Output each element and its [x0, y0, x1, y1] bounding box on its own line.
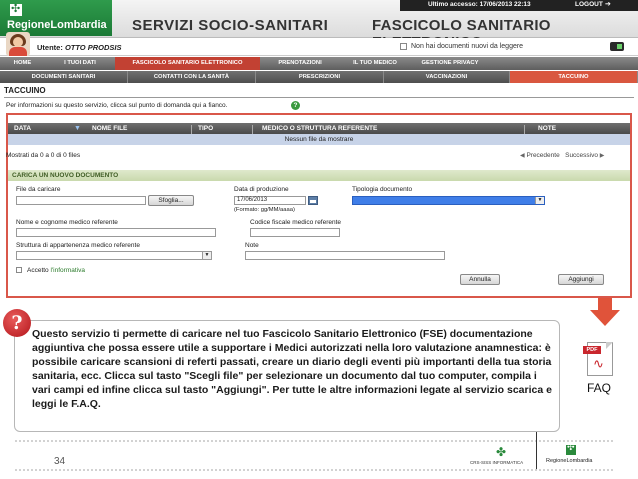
- doc-type-select[interactable]: ▼: [352, 196, 545, 205]
- structure-label: Struttura di appartenenza medico referen…: [16, 242, 140, 249]
- rosa-camuna-icon: [566, 443, 576, 455]
- pdf-tag: PDF: [583, 346, 601, 354]
- down-arrow-icon: [588, 298, 622, 332]
- rosa-camuna-icon: [10, 2, 22, 16]
- pdf-file-icon[interactable]: PDF ∿: [583, 342, 619, 378]
- notify-checkbox[interactable]: [400, 43, 407, 50]
- nav-fascicolo[interactable]: FASCICOLO SANITARIO ELETTRONICO: [115, 57, 260, 70]
- title-divider: [4, 97, 634, 98]
- pagination: ◀ Precedente Successivo ▶: [520, 152, 604, 159]
- prev-arrow-icon[interactable]: ◀: [520, 153, 525, 159]
- col-note[interactable]: NOTE: [538, 125, 556, 132]
- col-nome-file[interactable]: NOME FILE: [92, 125, 127, 132]
- accept-checkbox[interactable]: [16, 267, 22, 273]
- structure-select[interactable]: ▼: [16, 251, 212, 260]
- cancel-button[interactable]: Annulla: [460, 274, 500, 285]
- nav-tuoi-dati[interactable]: I TUOI DATI: [45, 57, 115, 70]
- message-toggle-icon[interactable]: [610, 42, 624, 51]
- logout-arrow-icon[interactable]: ➔: [605, 0, 611, 8]
- nav-prenotazioni[interactable]: PRENOTAZIONI: [260, 57, 340, 70]
- service-title: SERVIZI SOCIO-SANITARI: [132, 17, 329, 34]
- regione-lombardia-logo[interactable]: RegioneLombardia: [0, 0, 112, 36]
- empty-table-row: Nessun file da mostrare: [8, 134, 630, 145]
- last-access: Ultimo accesso: 17/06/2013 22:13: [428, 1, 531, 8]
- nav-tuo-medico[interactable]: IL TUO MEDICO: [340, 57, 410, 70]
- page-number: 34: [54, 456, 66, 467]
- subnav-prescrizioni[interactable]: PRESCRIZIONI: [256, 71, 384, 83]
- fiscal-code-label: Codice fiscale medico referente: [250, 219, 342, 226]
- primary-nav: HOME I TUOI DATI FASCICOLO SANITARIO ELE…: [0, 57, 638, 70]
- sort-down-icon[interactable]: ▼: [74, 125, 81, 132]
- doctor-name-label: Nome e cognome medico referente: [16, 219, 118, 226]
- doctor-name-input[interactable]: [16, 228, 216, 237]
- date-format-hint: (Formato: gg/MM/aaaa): [234, 207, 295, 213]
- privacy-link[interactable]: l'informativa: [50, 267, 84, 274]
- footer-separator: [536, 432, 537, 470]
- accept-label: Accetto l'informativa: [27, 267, 85, 274]
- user-label-text: Utente:: [37, 43, 63, 52]
- crs-logo-text: CRS-SISS INFORMATICA: [470, 460, 524, 465]
- subnav-vaccinazioni[interactable]: VACCINAZIONI: [384, 71, 510, 83]
- no-docs-notice: Non hai documenti nuovi da leggere: [411, 43, 524, 50]
- question-badge-icon: ?: [3, 309, 31, 337]
- subnav-taccuino[interactable]: TACCUINO: [510, 71, 638, 83]
- chevron-down-icon[interactable]: ▼: [535, 197, 544, 204]
- col-medico[interactable]: MEDICO O STRUTTURA REFERENTE: [262, 125, 377, 132]
- nav-privacy[interactable]: GESTIONE PRIVACY: [410, 57, 490, 70]
- documents-table-header: DATA ▼ NOME FILE TIPO MEDICO O STRUTTURA…: [8, 123, 630, 134]
- top-header: RegioneLombardia SERVIZI SOCIO-SANITARI …: [0, 0, 638, 51]
- user-label: Utente: OTTO PRODSIS: [37, 43, 121, 52]
- table-count: Mostrati da 0 a 0 di 0 files: [6, 152, 81, 159]
- chevron-down-icon[interactable]: ▼: [202, 252, 211, 259]
- notes-label: Note: [245, 242, 259, 249]
- regione-footer-logo: RegioneLombardia: [546, 443, 616, 469]
- user-name: OTTO PRODSIS: [64, 43, 122, 52]
- date-input[interactable]: 17/06/2013: [234, 196, 306, 205]
- fiscal-code-input[interactable]: [250, 228, 340, 237]
- dotted-divider-bottom: [14, 468, 614, 472]
- upload-section-title: CARICA UN NUOVO DOCUMENTO: [8, 170, 630, 181]
- help-question-icon[interactable]: ?: [291, 101, 300, 110]
- callout-text: Questo servizio ti permette di caricare …: [32, 328, 552, 410]
- add-button[interactable]: Aggiungi: [558, 274, 604, 285]
- file-label: File da caricare: [16, 186, 61, 193]
- access-bar: Ultimo accesso: 17/06/2013 22:13 LOGOUT …: [400, 0, 638, 11]
- doc-type-label: Tipologia documento: [352, 186, 413, 193]
- prev-page-link[interactable]: Precedente: [526, 152, 559, 159]
- faq-link[interactable]: FAQ: [587, 381, 611, 395]
- col-data[interactable]: DATA: [14, 125, 31, 132]
- date-label: Data di produzione: [234, 186, 289, 193]
- next-arrow-icon[interactable]: ▶: [600, 153, 605, 159]
- page-title: TACCUINO: [4, 86, 46, 95]
- file-path-input[interactable]: [16, 196, 146, 205]
- avatar: [6, 32, 30, 56]
- calendar-icon[interactable]: [308, 196, 318, 205]
- logout-link[interactable]: LOGOUT: [575, 1, 603, 8]
- user-bar: Utente: OTTO PRODSIS Non hai documenti n…: [0, 32, 638, 56]
- crs-logo-icon: ✤: [496, 445, 507, 459]
- help-text: Per informazioni su questo servizio, cli…: [6, 102, 228, 109]
- regione-footer-text: RegioneLombardia: [546, 458, 593, 464]
- next-page-link[interactable]: Successivo: [565, 152, 598, 159]
- browse-button[interactable]: Sfoglia...: [148, 195, 194, 206]
- subnav-contatti[interactable]: CONTATTI CON LA SANITÀ: [128, 71, 256, 83]
- dotted-divider-top: [14, 439, 614, 443]
- nav-home[interactable]: HOME: [0, 57, 45, 70]
- crs-siss-logo: ✤ CRS-SISS INFORMATICA: [470, 445, 530, 469]
- accept-text: Accetto: [27, 267, 51, 274]
- col-tipo[interactable]: TIPO: [198, 125, 213, 132]
- subnav-documenti[interactable]: DOCUMENTI SANITARI: [0, 71, 128, 83]
- brand-name: RegioneLombardia: [7, 19, 107, 31]
- notes-input[interactable]: [245, 251, 445, 260]
- secondary-nav: DOCUMENTI SANITARI CONTATTI CON LA SANIT…: [0, 71, 638, 83]
